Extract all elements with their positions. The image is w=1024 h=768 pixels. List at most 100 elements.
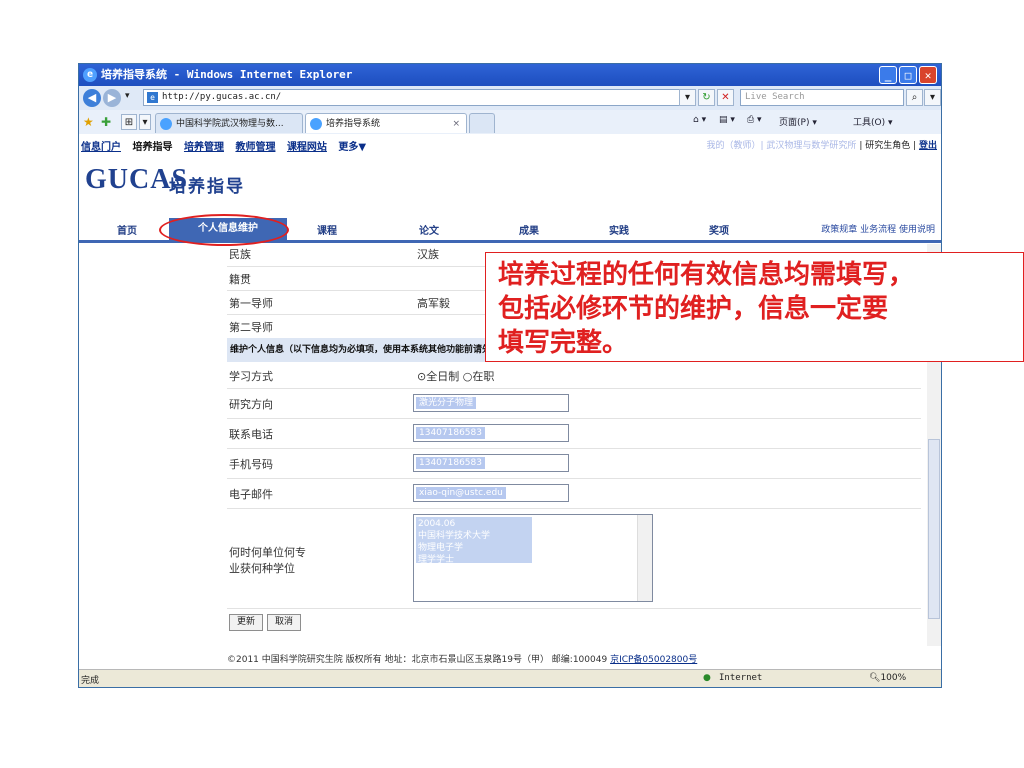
study-mode-row: 学习方式 ⊙全日制 ○在职: [227, 362, 921, 389]
status-text: 完成: [81, 676, 100, 686]
top-link-course[interactable]: 课程网站: [287, 142, 327, 153]
row-label: 第二导师: [229, 321, 273, 334]
top-link-teacher[interactable]: 教师管理: [235, 142, 275, 153]
minimize-button[interactable]: _: [879, 66, 897, 84]
phone-input[interactable]: 13407186583: [413, 424, 569, 442]
research-direction-input[interactable]: 激光分子物理: [413, 394, 569, 412]
zoom-level: 100%: [880, 673, 907, 683]
print-icon[interactable]: ⎙ ▾: [747, 115, 762, 125]
top-link-training[interactable]: 培养管理: [184, 142, 224, 153]
search-options-button[interactable]: ▾: [924, 89, 941, 106]
row-label: 联系电话: [229, 428, 273, 441]
history-dropdown-icon[interactable]: ▾: [125, 91, 130, 101]
icp-link[interactable]: 京ICP备05002800号: [610, 655, 697, 665]
stop-button[interactable]: ✕: [717, 89, 734, 106]
url-input[interactable]: e http://py.gucas.ac.cn/: [143, 89, 691, 106]
radio-fulltime-label: 全日制: [426, 370, 460, 383]
search-icon[interactable]: ⌕: [906, 89, 923, 106]
row-value: 高军毅: [417, 297, 450, 310]
study-mode-options: ⊙全日制 ○在职: [417, 368, 494, 384]
nav-awards[interactable]: 奖项: [709, 222, 729, 237]
degree-label-1: 何时何单位何专: [229, 546, 306, 559]
forward-button[interactable]: ▶: [103, 89, 121, 107]
new-tab-button[interactable]: [469, 113, 495, 133]
row-value: 汉族: [417, 248, 439, 261]
address-bar: ◀ ▶ ▾ e http://py.gucas.ac.cn/ ▾ ↻ ✕ Liv…: [79, 86, 941, 110]
portal-top-links: 信息门户 培养指导 培养管理 教师管理 课程网站 更多▼: [81, 138, 374, 153]
url-text: http://py.gucas.ac.cn/: [162, 92, 282, 102]
url-dropdown-button[interactable]: ▾: [679, 89, 696, 106]
add-favorites-icon[interactable]: ✚: [101, 115, 111, 129]
row-label: 研究方向: [229, 398, 273, 411]
row-label: 第一导师: [229, 297, 273, 310]
maximize-button[interactable]: □: [899, 66, 917, 84]
user-links: 我的（教师）| 武汉物理与数学研究所 | 研究生角色 | 登出: [707, 138, 937, 151]
search-input[interactable]: Live Search: [740, 89, 904, 106]
tab-wuhan[interactable]: 中国科学院武汉物理与数...: [155, 113, 303, 133]
feeds-icon[interactable]: ▤ ▾: [719, 115, 735, 125]
nav-thesis[interactable]: 论文: [419, 222, 439, 237]
input-value: 13407186583: [416, 427, 485, 439]
scrollbar-thumb[interactable]: [928, 439, 940, 619]
textarea-scrollbar[interactable]: [637, 515, 652, 601]
refresh-button[interactable]: ↻: [698, 89, 715, 106]
nav-right-links[interactable]: 政策规章 业务流程 使用说明: [821, 222, 935, 235]
nav-home[interactable]: 首页: [117, 222, 137, 237]
zone-label: Internet: [719, 673, 763, 683]
form-row: 手机号码 13407186583: [227, 448, 921, 479]
textarea-selection: 2004.06 中国科学技术大学 物理电子学 理学学士: [416, 517, 532, 565]
close-button[interactable]: ✕: [919, 66, 937, 84]
window-title: 培养指导系统 - Windows Internet Explorer: [101, 68, 353, 81]
form-row: 联系电话 13407186583: [227, 418, 921, 449]
tab-page-icon: [310, 118, 322, 130]
search-placeholder: Live Search: [745, 92, 805, 102]
radio-parttime[interactable]: ○: [463, 370, 473, 383]
update-button[interactable]: 更新: [229, 614, 263, 631]
page-menu[interactable]: 页面(P) ▾: [779, 115, 817, 128]
title-bar: e 培养指导系统 - Windows Internet Explorer _ □…: [79, 64, 941, 86]
row-label: 籍贯: [229, 273, 251, 286]
email-input[interactable]: xiao-qin@ustc.edu: [413, 484, 569, 502]
degree-label-2: 业获何种学位: [229, 562, 295, 575]
annotation-line-2: 包括必修环节的维护，信息一定要: [498, 294, 889, 324]
annotation-line-1: 培养过程的任何有效信息均需填写，: [498, 260, 915, 290]
highlight-oval: [159, 214, 289, 246]
nav-practice[interactable]: 实践: [609, 222, 629, 237]
degree-textarea[interactable]: 2004.06 中国科学技术大学 物理电子学 理学学士: [413, 514, 653, 602]
footer-text: ©2011 中国科学院研究生院 版权所有 地址：北京市石景山区玉泉路19号（甲）…: [227, 652, 697, 665]
zoom-control[interactable]: 🔍︎100%: [869, 673, 906, 683]
textarea-line: 中国科学技术大学: [418, 531, 491, 541]
cancel-button[interactable]: 取消: [267, 614, 301, 631]
nav-course[interactable]: 课程: [317, 222, 337, 237]
tools-menu[interactable]: 工具(O) ▾: [853, 115, 893, 128]
home-icon[interactable]: ⌂ ▾: [693, 115, 706, 125]
input-value: 激光分子物理: [416, 397, 477, 409]
form-row: 电子邮件 xiao-qin@ustc.edu: [227, 478, 921, 509]
close-tab-icon[interactable]: ×: [452, 114, 460, 133]
top-link-more[interactable]: 更多▼: [338, 142, 366, 153]
ie-logo-icon: e: [83, 68, 97, 82]
browser-window: e 培养指导系统 - Windows Internet Explorer _ □…: [78, 63, 942, 688]
row-label: 手机号码: [229, 458, 273, 471]
back-button[interactable]: ◀: [83, 89, 101, 107]
form-row: 研究方向 激光分子物理: [227, 388, 921, 419]
annotation-line-3: 填写完整。: [498, 328, 629, 358]
annotation-callout: 培养过程的任何有效信息均需填写， 包括必修环节的维护，信息一定要 填写完整。: [485, 252, 1024, 362]
favorites-star-icon[interactable]: ★: [83, 115, 94, 129]
tab-list-button[interactable]: ▾: [139, 114, 151, 130]
tab-gucas[interactable]: 培养指导系统 ×: [305, 113, 467, 133]
zoom-icon: 🔍︎: [869, 673, 881, 683]
top-link-portal[interactable]: 信息门户: [81, 142, 121, 153]
form-actions: 更新 取消: [229, 614, 329, 634]
tab-label: 培养指导系统: [326, 119, 381, 129]
mobile-input[interactable]: 13407186583: [413, 454, 569, 472]
radio-fulltime[interactable]: ⊙: [417, 370, 426, 383]
role-link[interactable]: | 研究生角色 |: [859, 141, 916, 151]
web-page: 信息门户 培养指导 培养管理 教师管理 课程网站 更多▼ 我的（教师）| 武汉物…: [79, 134, 941, 669]
quick-tabs-button[interactable]: ⊞: [121, 114, 137, 130]
top-link-guidance[interactable]: 培养指导: [132, 142, 172, 153]
logout-link[interactable]: 登出: [919, 141, 937, 151]
radio-parttime-label: 在职: [472, 370, 495, 383]
nav-results[interactable]: 成果: [519, 222, 539, 237]
row-label: 学习方式: [229, 370, 273, 383]
